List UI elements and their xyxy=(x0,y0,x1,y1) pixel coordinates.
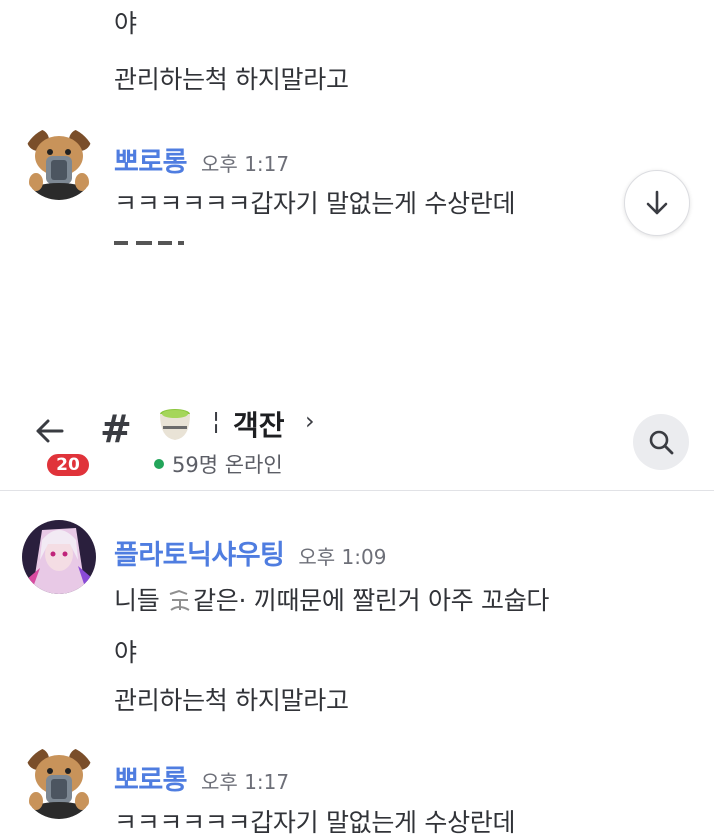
message-time: 오후 1:17 xyxy=(201,770,290,794)
message-time: 오후 1:17 xyxy=(201,152,290,176)
message-text: 니들 같은· 끼때문에 짤린거 아주 꼬숩다 xyxy=(114,581,549,617)
author-name[interactable]: 플라토닉샤우팅 xyxy=(114,533,285,572)
chat-panel-bottom: 20 # ¦ 객잔 › 59명 온라인 플라토닉샤우팅 오후 1:09 니들 같… xyxy=(0,385,714,840)
message-text: ㅋㅋㅋㅋㅋㅋ갑자기 말없는게 수상란데 xyxy=(114,808,516,837)
online-count: 59명 온라인 xyxy=(172,453,283,477)
online-status-icon xyxy=(154,459,164,469)
channel-hash-icon: # xyxy=(100,407,132,451)
clipped-glyphs xyxy=(114,241,184,245)
text-segment: 같은 xyxy=(193,586,239,615)
text-segment: 끼때문에 짤린거 아주 꼬숩다 xyxy=(246,586,550,615)
message-header: 플라토닉샤우팅 오후 1:09 xyxy=(114,533,386,572)
chevron-right-icon[interactable]: › xyxy=(305,407,315,435)
arrow-left-icon[interactable] xyxy=(32,415,68,447)
avatar[interactable] xyxy=(22,745,96,819)
search-icon xyxy=(649,430,674,455)
dog-avatar-icon xyxy=(22,745,96,819)
censored-mark: · xyxy=(238,586,247,615)
message-line: 관리하는척 하지말라고 xyxy=(114,65,349,94)
anime-avatar-icon xyxy=(22,520,96,594)
search-button[interactable] xyxy=(633,414,689,470)
author-name[interactable]: 뽀로롱 xyxy=(114,140,188,179)
unread-badge: 20 xyxy=(45,452,91,478)
clipped-text-line xyxy=(114,232,194,245)
message-line: 야 xyxy=(114,638,137,667)
dog-avatar-icon xyxy=(22,126,96,200)
channel-header: 20 # ¦ 객잔 › 59명 온라인 xyxy=(0,385,714,491)
avatar[interactable] xyxy=(22,520,96,594)
message-header: 뽀로롱 오후 1:17 xyxy=(114,140,289,179)
channel-separator: ¦ xyxy=(212,407,221,435)
blank-gap xyxy=(0,245,714,385)
scroll-to-bottom-button[interactable] xyxy=(624,170,690,236)
avatar[interactable] xyxy=(22,126,96,200)
author-name[interactable]: 뽀로롱 xyxy=(114,758,188,797)
arrow-down-icon xyxy=(646,190,668,215)
text-segment: 니들 xyxy=(114,586,168,615)
chat-panel-top: 야 관리하는척 하지말라고 뽀로롱 오후 1:17 ㅋㅋㅋㅋㅋㅋ갑자기 말없는게… xyxy=(0,0,714,245)
message-line: 관리하는척 하지말라고 xyxy=(114,686,349,715)
tea-cup-icon xyxy=(160,409,190,440)
message-header: 뽀로롱 오후 1:17 xyxy=(114,758,289,797)
message-text: ㅋㅋㅋㅋㅋㅋ갑자기 말없는게 수상란데 xyxy=(114,189,516,218)
channel-name[interactable]: 객잔 xyxy=(233,404,285,444)
censored-glyph xyxy=(169,589,190,611)
message-line: 야 xyxy=(114,9,137,38)
message-time: 오후 1:09 xyxy=(298,545,387,569)
